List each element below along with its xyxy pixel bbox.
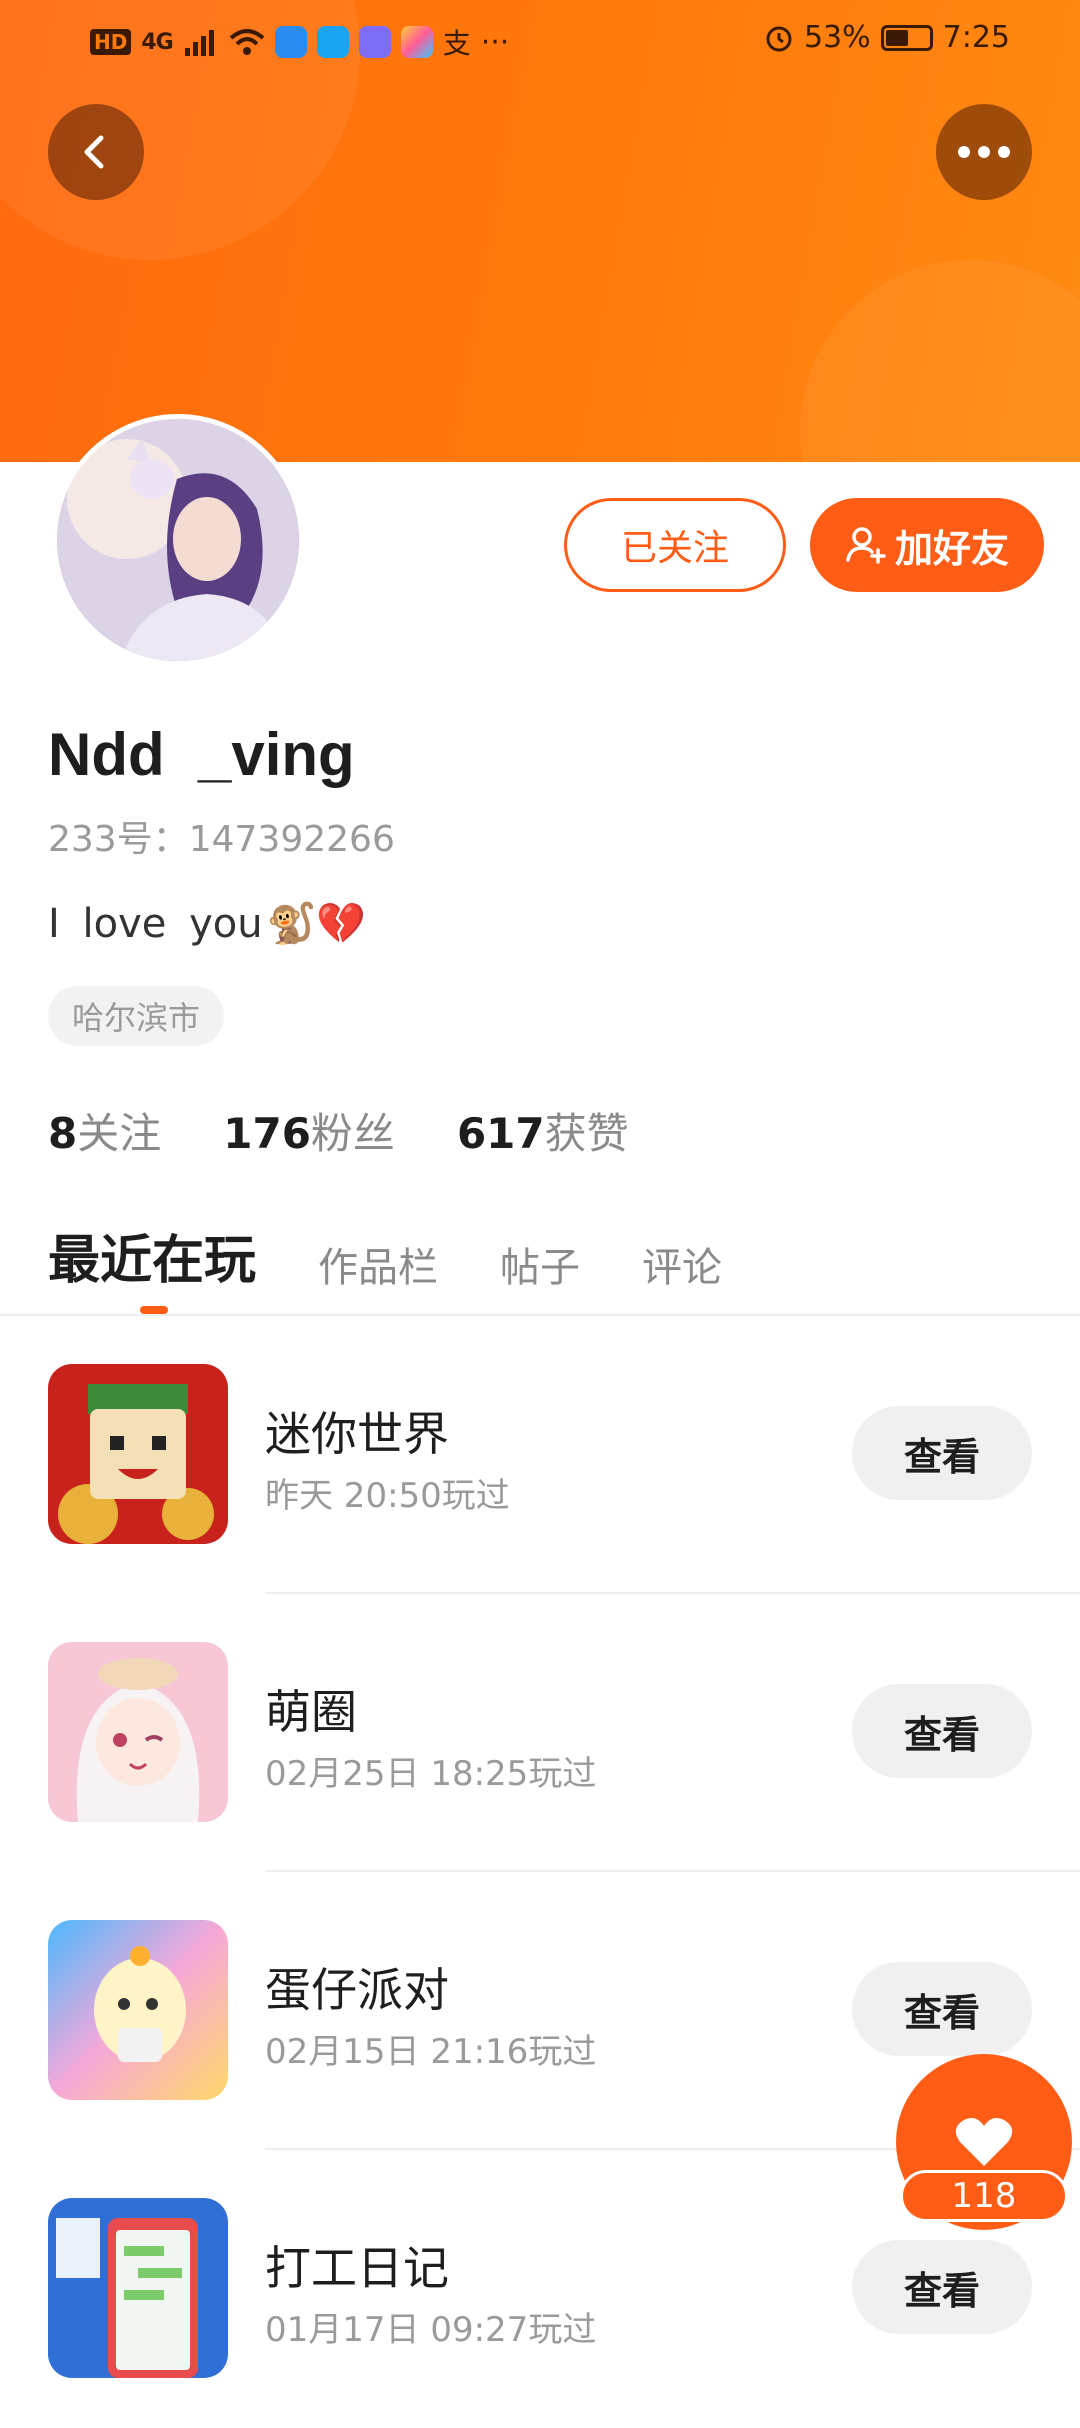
stat-label: 获赞 <box>544 1109 629 1158</box>
banner-decoration <box>800 260 1080 462</box>
back-button[interactable] <box>48 104 144 200</box>
status-left: HD 4G 支 ··· <box>90 22 509 62</box>
battery-icon <box>880 24 933 51</box>
game-title: 打工日记 <box>265 2241 449 2295</box>
profile-stats: 8关注 176粉丝 617获赞 <box>48 1100 629 1161</box>
game-app-icon <box>400 26 433 58</box>
active-tab-indicator <box>140 1306 168 1314</box>
tab-works[interactable]: 作品栏 <box>318 1235 438 1293</box>
weather-app-icon <box>274 26 307 58</box>
profile-tabs: 最近在玩 作品栏 帖子 评论 <box>48 1218 722 1293</box>
last-played-time: 昨天 20:50玩过 <box>265 1476 510 1516</box>
stat-number: 8 <box>48 1109 78 1158</box>
last-played-time: 01月17日 09:27玩过 <box>265 2310 597 2350</box>
followed-button[interactable]: 已关注 <box>564 498 786 592</box>
stat-fans[interactable]: 176粉丝 <box>223 1100 395 1161</box>
stat-label: 关注 <box>77 1109 162 1158</box>
view-button[interactable]: 查看 <box>852 1962 1032 2056</box>
stat-number: 617 <box>456 1109 545 1158</box>
view-button[interactable]: 查看 <box>852 1406 1032 1500</box>
last-played-time: 02月25日 18:25玩过 <box>265 1754 597 1794</box>
game-thumbnail-mini-world <box>48 1364 228 1544</box>
battery-fill <box>885 29 908 46</box>
alarm-icon <box>766 26 792 51</box>
chevron-left-icon <box>84 135 104 169</box>
add-friend-label: 加好友 <box>894 526 1009 571</box>
game-title: 迷你世界 <box>265 1407 449 1461</box>
stat-number: 176 <box>223 1109 311 1158</box>
profile-header-banner: HD 4G 支 ··· 53% 7:25 <box>0 0 1080 462</box>
game-thumbnail-eggy-party <box>48 1920 228 2100</box>
game-title: 蛋仔派对 <box>265 1963 449 2017</box>
hd-badge: HD <box>90 29 132 55</box>
recent-games-list: 迷你世界 昨天 20:50玩过 查看 萌圈 02月25日 18:25玩过 查看 <box>0 1316 1080 2428</box>
stat-likes[interactable]: 617获赞 <box>457 1100 629 1161</box>
like-floating-button[interactable]: 118 <box>896 2054 1076 2230</box>
user-id: 233号：147392266 <box>48 819 395 860</box>
avatar-illustration <box>57 419 299 661</box>
tab-comments[interactable]: 评论 <box>642 1235 722 1293</box>
game-thumbnail-mengquan <box>48 1642 228 1822</box>
more-dots-icon <box>958 146 1010 158</box>
network-type: 4G <box>141 29 173 55</box>
add-user-icon <box>846 527 886 564</box>
last-played-time: 02月15日 21:16玩过 <box>265 2032 597 2072</box>
list-item[interactable]: 迷你世界 昨天 20:50玩过 查看 <box>0 1316 1080 1594</box>
add-friend-button[interactable]: 加好友 <box>810 498 1044 592</box>
more-notifications-icon: ··· <box>480 24 510 60</box>
status-bar: HD 4G 支 ··· 53% 7:25 <box>0 0 1080 80</box>
music-app-icon <box>358 26 391 58</box>
bio: I love you 🐒💔 <box>48 900 367 948</box>
tab-posts[interactable]: 帖子 <box>500 1235 580 1293</box>
bio-emojis: 🐒💔 <box>266 901 367 947</box>
signal-icon <box>184 30 214 56</box>
list-item[interactable]: 萌圈 02月25日 18:25玩过 查看 <box>0 1594 1080 1872</box>
like-count: 118 <box>900 2170 1068 2222</box>
clock-time: 7:25 <box>942 20 1010 55</box>
view-button[interactable]: 查看 <box>852 2240 1032 2334</box>
stat-following[interactable]: 8关注 <box>48 1100 161 1161</box>
profile-name: Ndd _ving <box>48 721 355 788</box>
bio-text: I love you <box>48 900 263 947</box>
location-badge: 哈尔滨市 <box>48 986 225 1046</box>
heart-icon <box>955 2118 1013 2166</box>
stat-label: 粉丝 <box>310 1109 395 1158</box>
avatar[interactable] <box>52 414 304 666</box>
battery-percent: 53% <box>803 20 871 55</box>
alipay-icon: 支 <box>442 27 471 60</box>
wifi-icon <box>229 29 265 55</box>
status-right: 53% 7:25 <box>764 20 1010 55</box>
game-thumbnail-work-diary <box>48 2198 228 2378</box>
search-app-icon <box>316 26 349 58</box>
game-title: 萌圈 <box>265 1685 357 1739</box>
view-button[interactable]: 查看 <box>852 1684 1032 1778</box>
more-options-button[interactable] <box>936 104 1032 200</box>
tab-recent-played[interactable]: 最近在玩 <box>48 1218 256 1293</box>
